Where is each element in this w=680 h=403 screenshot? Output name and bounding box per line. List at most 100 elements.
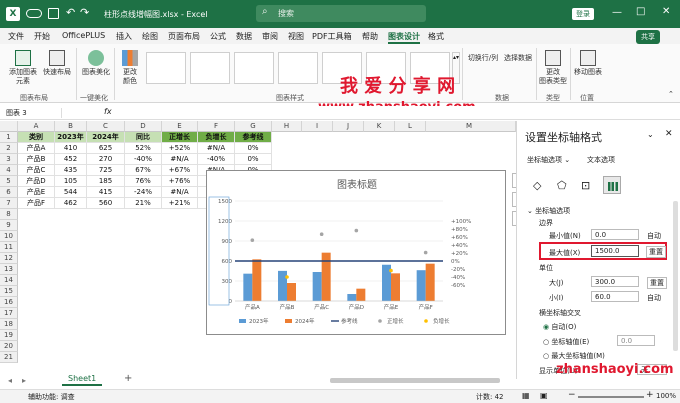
legend-label[interactable]: 正增长 [387,317,404,325]
y-tick-label[interactable]: 600 [222,259,233,265]
fx-icon[interactable]: fx [104,107,112,116]
autosave-toggle[interactable] [26,9,42,18]
add-sheet-button[interactable]: + [124,373,132,384]
table-cell[interactable]: 560 [87,198,125,209]
table-cell[interactable]: #N/A [198,143,235,154]
table-header-cell[interactable]: 2024年 [87,132,125,143]
row-header[interactable]: 21 [0,352,18,363]
table-header-cell[interactable]: 正增长 [162,132,198,143]
zoom-slider[interactable] [578,396,644,398]
bar-2023[interactable] [416,270,426,301]
minimize-icon[interactable]: — [612,7,622,18]
row-header[interactable]: 18 [0,319,18,330]
max-input[interactable]: 1500.0 [591,245,639,257]
min-input[interactable]: 0.0 [591,229,639,240]
axis-selection[interactable] [208,196,230,306]
table-header-cell[interactable]: 类别 [18,132,55,143]
fill-icon[interactable]: ◇ [533,179,541,192]
effects-icon[interactable]: ⬠ [557,179,567,192]
row-header[interactable]: 2 [0,143,18,154]
login-button[interactable]: 登录 [572,8,594,20]
table-cell[interactable]: 625 [87,143,125,154]
row-header[interactable]: 19 [0,330,18,341]
point-positive[interactable] [319,232,324,236]
y2-tick-label[interactable]: -40% [451,275,465,281]
bar-2023[interactable] [243,273,253,301]
row-header[interactable]: 16 [0,297,18,308]
table-cell[interactable]: 105 [55,176,87,187]
select-data-button[interactable]: 选择数据 [502,54,534,63]
column-header[interactable]: F [198,121,235,132]
change-colors-button[interactable]: 更改 颜色 [118,50,142,86]
column-header[interactable]: G [235,121,272,132]
row-header[interactable]: 9 [0,220,18,231]
chart-style-4[interactable] [278,52,318,84]
legend-swatch[interactable] [239,319,246,323]
panel-close-icon[interactable]: ✕ [665,129,673,139]
table-cell[interactable]: 产品B [18,154,55,165]
x-tick-label[interactable]: 产品E [384,303,399,311]
row-header[interactable]: 13 [0,264,18,275]
x-tick-label[interactable]: 产品A [245,303,260,311]
row-header[interactable]: 17 [0,308,18,319]
maximize-icon[interactable]: □ [636,6,645,17]
section-axis-options[interactable]: ⌄ 坐标轴选项 [527,206,570,216]
point-negative[interactable] [285,275,289,279]
chart-svg[interactable]: 图表标题150012009006003000+100%+80%+60%+40%+… [207,171,507,336]
legend-swatch[interactable] [285,319,292,323]
row-header[interactable]: 3 [0,154,18,165]
point-positive[interactable] [250,238,255,242]
tab-data[interactable]: 数据 [236,31,252,42]
tab-chart-design[interactable]: 图表设计 [388,31,420,44]
legend-label[interactable]: 2024年 [295,317,315,325]
collapse-ribbon-icon[interactable]: ⌃ [668,90,674,98]
row-header[interactable]: 20 [0,341,18,352]
row-header[interactable]: 6 [0,187,18,198]
table-cell[interactable]: 产品D [18,176,55,187]
y2-tick-label[interactable]: +20% [451,251,468,257]
y2-tick-label[interactable]: +100% [451,219,471,225]
row-header[interactable]: 12 [0,253,18,264]
minor-auto-button[interactable]: 自动 [647,293,661,303]
table-cell[interactable]: 0% [235,154,272,165]
close-icon[interactable]: ✕ [662,6,670,17]
table-cell[interactable]: -24% [125,187,162,198]
table-cell[interactable]: 452 [55,154,87,165]
point-positive[interactable] [423,250,428,255]
column-header[interactable]: D [125,121,162,132]
table-cell[interactable]: 435 [55,165,87,176]
column-header[interactable]: C [87,121,125,132]
tab-draw[interactable]: 绘图 [142,31,158,42]
y-tick-label[interactable]: 900 [222,239,233,245]
axis-options-icon[interactable] [603,176,621,194]
table-header-cell[interactable]: 同比 [125,132,162,143]
add-chart-element-button[interactable]: 添加图表 元素 [8,50,38,86]
tab-review[interactable]: 审阅 [262,31,278,42]
tab-file[interactable]: 文件 [8,31,24,42]
column-header[interactable]: I [302,121,333,132]
axis-value-input[interactable]: 0.0 [617,335,655,346]
beautify-button[interactable]: 图表美化 [80,50,112,77]
table-cell[interactable]: 产品A [18,143,55,154]
table-cell[interactable]: 270 [87,154,125,165]
legend-label[interactable]: 参考线 [341,317,358,325]
min-auto-button[interactable]: 自动 [647,231,661,241]
table-cell[interactable]: 产品C [18,165,55,176]
column-header[interactable]: H [272,121,302,132]
bar-2024[interactable] [252,259,262,301]
major-input[interactable]: 300.0 [591,276,639,287]
table-header-cell[interactable]: 参考线 [235,132,272,143]
y-tick-label[interactable]: 300 [222,279,233,285]
undo-icon[interactable]: ↶ [66,6,75,19]
name-box[interactable]: 图表 3 [6,108,62,118]
row-header[interactable]: 11 [0,242,18,253]
point-positive[interactable] [354,228,359,233]
column-header[interactable]: K [364,121,395,132]
bar-2024[interactable] [287,283,296,301]
y2-tick-label[interactable]: +80% [451,227,468,233]
chart-style-2[interactable] [190,52,230,84]
row-header[interactable]: 15 [0,286,18,297]
table-cell[interactable]: #N/A [162,154,198,165]
table-cell[interactable]: +76% [162,176,198,187]
table-cell[interactable]: 52% [125,143,162,154]
